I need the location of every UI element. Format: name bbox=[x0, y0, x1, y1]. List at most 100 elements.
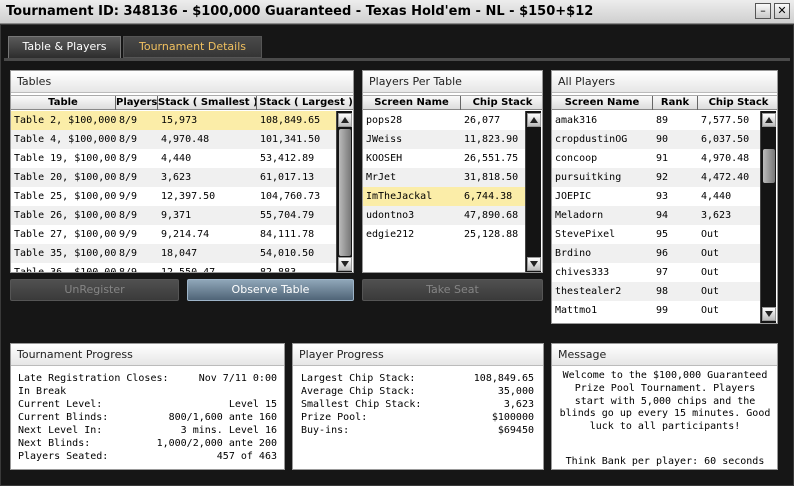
unregister-button[interactable]: UnRegister bbox=[10, 279, 179, 301]
table-row[interactable]: Table 27, $100,000 9/9 9,214.74 84,111.78 bbox=[11, 225, 336, 244]
table-row[interactable]: pops28 26,077 bbox=[363, 111, 525, 130]
col-screen-name[interactable]: Screen Name bbox=[552, 96, 653, 110]
table-cell-players: 8/9 bbox=[119, 115, 138, 126]
table-row[interactable]: thestealer2 98 Out bbox=[552, 282, 760, 301]
info-value: 3,623 bbox=[503, 399, 534, 410]
all-player-cell-name: Mattmo1 bbox=[555, 305, 598, 316]
table-row[interactable]: concoop 91 4,970.48 bbox=[552, 149, 760, 168]
take-seat-button[interactable]: Take Seat bbox=[362, 279, 543, 301]
info-value: 3 mins. Level 16 bbox=[180, 425, 277, 436]
scroll-up-icon[interactable] bbox=[527, 113, 541, 127]
all-player-cell-rank: 92 bbox=[656, 172, 669, 183]
player-progress-info: Largest Chip Stack: 108,849.65 Average Chi… bbox=[301, 372, 534, 452]
message-text: Welcome to the $100,000 Guaranteed Prize… bbox=[559, 370, 771, 433]
table-row[interactable]: chives333 97 Out bbox=[552, 263, 760, 282]
col-stack-smallest[interactable]: Stack ( Smallest ) bbox=[158, 96, 257, 110]
col-stack-largest[interactable]: Stack ( Largest ) bbox=[257, 96, 353, 110]
table-row[interactable]: StevePixel 95 Out bbox=[552, 225, 760, 244]
table-cell-largest: 101,341.50 bbox=[260, 134, 321, 145]
table-row[interactable]: Mattmo1 99 Out bbox=[552, 301, 760, 320]
all-player-cell-rank: 90 bbox=[656, 134, 669, 145]
table-cell-smallest: 9,371 bbox=[161, 210, 192, 221]
table-cell-largest: 54,010.50 bbox=[260, 248, 315, 259]
scroll-down-icon[interactable] bbox=[762, 307, 776, 321]
info-value: 800/1,600 ante 160 bbox=[168, 412, 277, 423]
tab-table-and-players[interactable]: Table & Players bbox=[8, 36, 121, 58]
table-cell-table: Table 2, $100,000 bbox=[14, 115, 116, 126]
tables-scrollbar[interactable] bbox=[336, 111, 352, 272]
table-cell-smallest: 4,440 bbox=[161, 153, 192, 164]
all-players-scroll-thumb[interactable] bbox=[763, 149, 775, 183]
table-row[interactable]: Table 36, $100,000 8/9 12,550.47 82,883 bbox=[11, 263, 336, 273]
table-cell-players: 8/9 bbox=[119, 153, 138, 164]
table-cell-largest: 53,412.89 bbox=[260, 153, 315, 164]
table-row[interactable]: Table 35, $100,000 8/9 18,047 54,010.50 bbox=[11, 244, 336, 263]
table-row[interactable]: Table 26, $100,000 8/9 9,371 55,704.79 bbox=[11, 206, 336, 225]
table-row[interactable]: amak316 89 7,577.50 bbox=[552, 111, 760, 130]
col-chip-stack[interactable]: Chip Stack bbox=[698, 96, 777, 110]
tab-divider bbox=[4, 58, 790, 61]
table-cell-largest: 104,760.73 bbox=[260, 191, 321, 202]
window-title: Tournament ID: 348136 - $100,000 Guarant… bbox=[6, 4, 594, 19]
tab-tournament-details[interactable]: Tournament Details bbox=[123, 36, 262, 58]
scroll-up-icon[interactable] bbox=[762, 113, 776, 127]
scroll-up-icon[interactable] bbox=[338, 113, 352, 127]
col-screen-name[interactable]: Screen Name bbox=[363, 96, 461, 110]
table-row[interactable]: Brdino 96 Out bbox=[552, 244, 760, 263]
table-row[interactable]: Table 20, $100,000 8/9 3,623 61,017.13 bbox=[11, 168, 336, 187]
tables-scroll-thumb[interactable] bbox=[339, 129, 351, 256]
info-label: Smallest Chip Stack: bbox=[301, 399, 422, 410]
table-cell-table: Table 27, $100,000 bbox=[14, 229, 116, 240]
all-player-cell-stack: Out bbox=[701, 229, 720, 240]
table-row[interactable]: Table 19, $100,000 8/9 4,440 53,412.89 bbox=[11, 149, 336, 168]
col-chip-stack[interactable]: Chip Stack bbox=[461, 96, 542, 110]
close-icon[interactable]: ✕ bbox=[774, 3, 790, 19]
info-value: 108,849.65 bbox=[473, 373, 534, 384]
table-cell-players: 8/9 bbox=[119, 210, 138, 221]
scroll-down-icon[interactable] bbox=[338, 257, 352, 271]
table-row[interactable]: Table 25, $100,000 9/9 12,397.50 104,760.73 bbox=[11, 187, 336, 206]
table-row[interactable]: cropdustinOG 90 6,037.50 bbox=[552, 130, 760, 149]
player-cell-name: JWeiss bbox=[366, 134, 403, 145]
all-player-cell-name: amak316 bbox=[555, 115, 598, 126]
table-row[interactable]: udontno3 47,890.68 bbox=[363, 206, 525, 225]
table-cell-table: Table 36, $100,000 bbox=[14, 267, 116, 273]
table-cell-players: 8/9 bbox=[119, 172, 138, 183]
player-cell-stack: 26,077 bbox=[464, 115, 501, 126]
table-row[interactable]: Meladorn 94 3,623 bbox=[552, 206, 760, 225]
table-cell-largest: 84,111.78 bbox=[260, 229, 315, 240]
tournament-progress-info: Late Registration Closes: Nov 7/11 0:00 In… bbox=[18, 372, 277, 467]
table-row[interactable]: edgie212 25,128.88 bbox=[363, 225, 525, 244]
table-cell-table: Table 35, $100,000 bbox=[14, 248, 116, 259]
table-row[interactable]: JOEPIC 93 4,440 bbox=[552, 187, 760, 206]
table-row[interactable]: JWeiss 11,823.90 bbox=[363, 130, 525, 149]
scroll-down-icon[interactable] bbox=[527, 257, 541, 271]
info-value: 457 of 463 bbox=[216, 451, 277, 462]
table-row[interactable]: Table 4, $100,000 8/9 4,970.48 101,341.50 bbox=[11, 130, 336, 149]
col-rank[interactable]: Rank bbox=[653, 96, 698, 110]
all-player-cell-rank: 94 bbox=[656, 210, 669, 221]
minimize-icon[interactable]: – bbox=[755, 3, 771, 19]
table-row[interactable]: KOOSEH 26,551.75 bbox=[363, 149, 525, 168]
all-player-cell-name: chives333 bbox=[555, 267, 610, 278]
table-row[interactable]: MrJet 31,818.50 bbox=[363, 168, 525, 187]
all-player-cell-stack: Out bbox=[701, 286, 720, 297]
table-row[interactable]: ImTheJackal 6,744.38 bbox=[363, 187, 525, 206]
table-cell-players: 8/9 bbox=[119, 267, 138, 273]
player-progress-panel: Player Progress Largest Chip Stack: 108,8… bbox=[292, 343, 544, 470]
all-players-scrollbar[interactable] bbox=[760, 111, 776, 323]
info-value: $100000 bbox=[491, 412, 534, 423]
all-player-cell-rank: 97 bbox=[656, 267, 669, 278]
all-player-cell-name: pursuitking bbox=[555, 172, 622, 183]
col-players[interactable]: Players bbox=[116, 96, 158, 110]
observe-table-button[interactable]: Observe Table bbox=[187, 279, 354, 301]
table-row[interactable]: pursuitking 92 4,472.40 bbox=[552, 168, 760, 187]
tables-panel: Tables Table Players Stack ( Smallest ) … bbox=[10, 70, 354, 273]
all-player-cell-stack: Out bbox=[701, 267, 720, 278]
info-label: In Break bbox=[18, 386, 67, 397]
col-table[interactable]: Table bbox=[11, 96, 116, 110]
players-per-table-scrollbar[interactable] bbox=[525, 111, 541, 272]
info-label: Next Level In: bbox=[18, 425, 103, 436]
table-row[interactable]: Table 2, $100,000 8/9 15,973 108,849.65 bbox=[11, 111, 336, 130]
message-panel: Message Welcome to the $100,000 Guarante… bbox=[551, 343, 778, 470]
